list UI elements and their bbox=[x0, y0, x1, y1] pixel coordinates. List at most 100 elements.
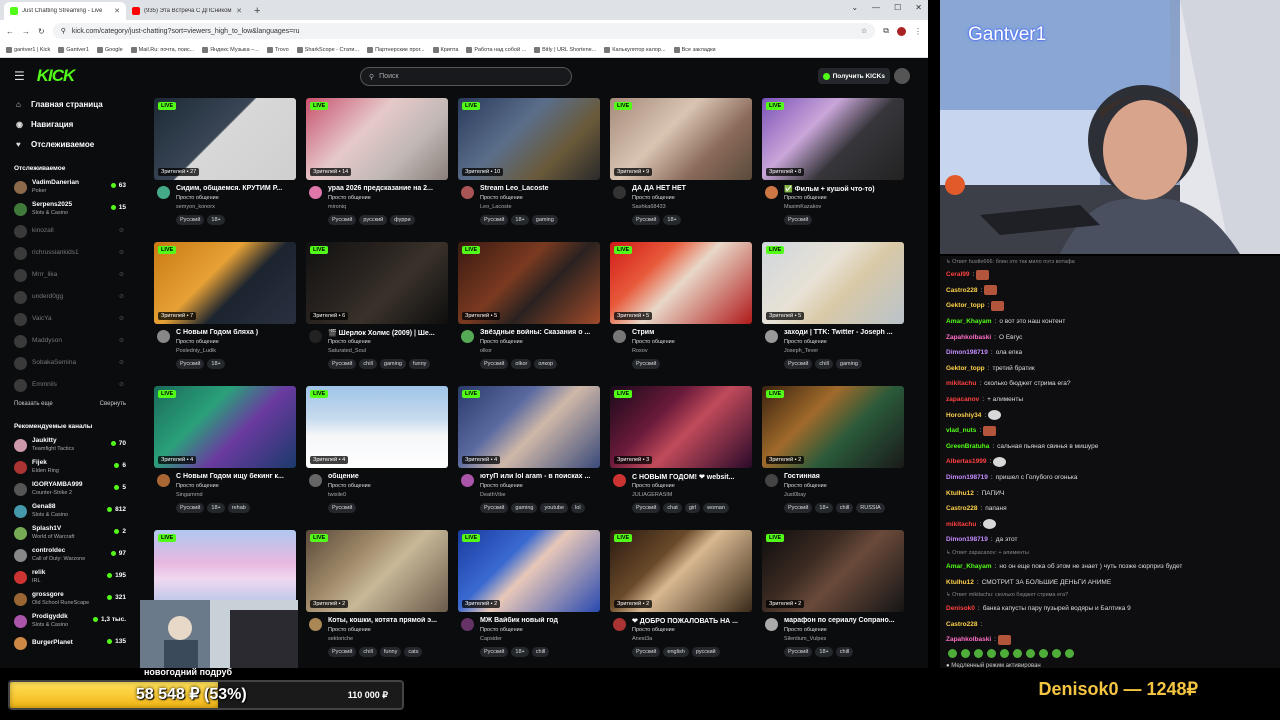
streamer-avatar[interactable] bbox=[765, 330, 778, 343]
stream-title[interactable]: марафон по сериалу Сопрано... bbox=[784, 617, 904, 624]
bookmark-item[interactable]: gantver1 | Kick bbox=[6, 46, 50, 53]
stream-thumbnail[interactable]: LIVE Зрителей • 5 bbox=[762, 242, 904, 324]
stream-category[interactable]: Просто общение bbox=[328, 339, 371, 345]
sidebar-channel[interactable]: Fijek Elden Ring 6 bbox=[0, 456, 140, 478]
kick-logo[interactable]: KICK bbox=[37, 66, 76, 86]
bookmark-item[interactable]: Bitly | URL Shortene... bbox=[534, 46, 596, 53]
streamer-avatar[interactable] bbox=[309, 618, 322, 631]
stream-tag[interactable]: Русский bbox=[632, 215, 661, 225]
streamer-avatar[interactable] bbox=[461, 618, 474, 631]
bookmark-item[interactable]: Крипта bbox=[432, 46, 458, 53]
streamer-avatar[interactable] bbox=[765, 618, 778, 631]
stream-tag[interactable]: Русский bbox=[176, 359, 205, 369]
stream-tag[interactable]: chill bbox=[835, 647, 854, 657]
close-tab-icon[interactable]: ✕ bbox=[236, 7, 242, 15]
streamer-name[interactable]: Sashka68433 bbox=[632, 204, 666, 210]
stream-title[interactable]: Звёздные войны: Сказания о ... bbox=[480, 329, 600, 336]
stream-tag[interactable]: RUSSIA bbox=[856, 503, 885, 513]
streamer-avatar[interactable] bbox=[613, 618, 626, 631]
stream-thumbnail[interactable]: LIVE Зрителей • 2 bbox=[458, 530, 600, 612]
stream-tag[interactable]: Русский bbox=[784, 647, 813, 657]
stream-category[interactable]: Просто общение bbox=[328, 195, 371, 201]
streamer-name[interactable]: olkor bbox=[480, 348, 492, 354]
stream-tag[interactable]: олкор bbox=[534, 359, 558, 369]
stream-tag[interactable]: Русский bbox=[632, 503, 661, 513]
stream-category[interactable]: Просто общение bbox=[480, 483, 523, 489]
streamer-avatar[interactable] bbox=[461, 330, 474, 343]
stream-tag[interactable]: Русский bbox=[328, 503, 357, 513]
stream-tag[interactable]: Русский bbox=[784, 359, 813, 369]
streamer-avatar[interactable] bbox=[613, 474, 626, 487]
stream-tag[interactable]: Русский bbox=[176, 215, 205, 225]
sidebar-channel[interactable]: relik IRL 195 bbox=[0, 566, 140, 588]
stream-thumbnail[interactable]: LIVE Зрителей • 2 bbox=[610, 530, 752, 612]
sidebar-channel[interactable]: SobakaSemina ⊘ bbox=[0, 352, 140, 374]
chat-username[interactable]: Dimon198719 bbox=[946, 536, 988, 543]
stream-card[interactable]: LIVE Зрителей • 4 ютуП или lol aram - в по… bbox=[458, 386, 600, 522]
stream-category[interactable]: Просто общение bbox=[176, 195, 219, 201]
emote-icon[interactable] bbox=[1052, 649, 1061, 659]
stream-tag[interactable]: gaming bbox=[511, 503, 538, 513]
chat-username[interactable]: Dimon198719 bbox=[946, 474, 988, 481]
bookmark-item[interactable]: Партнерские прог... bbox=[367, 46, 425, 53]
close-tab-icon[interactable]: ✕ bbox=[114, 7, 120, 15]
menu-icon[interactable]: ⋮ bbox=[914, 27, 922, 36]
stream-title[interactable]: С Новым Годом ищу бекинг к... bbox=[176, 473, 296, 480]
get-kicks-button[interactable]: Получить KICKs bbox=[817, 68, 890, 84]
stream-thumbnail[interactable]: LIVE Зрителей • 10 bbox=[458, 98, 600, 180]
sidebar-nav-item[interactable]: ♥ Отслеживаемое bbox=[0, 134, 140, 154]
sidebar-channel[interactable]: Emmnils ⊘ bbox=[0, 374, 140, 396]
stream-category[interactable]: Просто общение bbox=[328, 627, 371, 633]
streamer-avatar[interactable] bbox=[765, 474, 778, 487]
streamer-name[interactable]: Silentium_Vulpes bbox=[784, 636, 826, 642]
stream-card[interactable]: LIVE Зрителей • 9 ДА ДА НЕТ НЕТ Просто обще… bbox=[610, 98, 752, 234]
chat-username[interactable]: Horoshiy34 bbox=[946, 412, 981, 419]
stream-category[interactable]: Просто общение bbox=[176, 339, 219, 345]
stream-category[interactable]: Просто общение bbox=[784, 339, 827, 345]
streamer-name[interactable]: Saturated_Soul bbox=[328, 348, 366, 354]
chat-username[interactable]: Castro228 bbox=[946, 621, 977, 628]
user-avatar[interactable] bbox=[894, 68, 910, 84]
streamer-name[interactable]: JULIAGERASIM bbox=[632, 492, 672, 498]
streamer-name[interactable]: Anest3a bbox=[632, 636, 652, 642]
chat-username[interactable]: Ceral99 bbox=[946, 271, 970, 278]
stream-card[interactable]: LIVE Зрителей • 8 ✅ Фильм + кушой что-то) П… bbox=[762, 98, 904, 234]
streamer-avatar[interactable] bbox=[613, 330, 626, 343]
stream-card[interactable]: LIVE Зрителей • 5 Стрим Просто общение Rosov… bbox=[610, 242, 752, 378]
stream-tag[interactable]: Русский bbox=[480, 503, 509, 513]
chat-username[interactable]: Gektor_topp bbox=[946, 302, 985, 309]
chat-username[interactable]: Castro228 bbox=[946, 505, 977, 512]
sidebar-channel[interactable]: Prodigyddk Slots & Casino 1,3 тыс. bbox=[0, 610, 140, 632]
chat-username[interactable]: Amar_Khayam bbox=[946, 563, 992, 570]
stream-tag[interactable]: Русский bbox=[480, 647, 509, 657]
streamer-name[interactable]: semyon_konorx bbox=[176, 204, 215, 210]
stream-tag[interactable]: gaming bbox=[835, 359, 862, 369]
stream-tag[interactable]: rehab bbox=[227, 503, 250, 513]
chat-username[interactable]: mikitachu bbox=[946, 380, 976, 387]
emote-icon[interactable] bbox=[1000, 649, 1009, 659]
bookmark-item[interactable]: Работа над собой ... bbox=[466, 46, 526, 53]
stream-category[interactable]: Просто общение bbox=[632, 627, 675, 633]
streamer-avatar[interactable] bbox=[157, 186, 170, 199]
stream-category[interactable]: Просто общение bbox=[480, 195, 523, 201]
streamer-name[interactable]: Leo_Lacoste bbox=[480, 204, 512, 210]
stream-category[interactable]: Просто общение bbox=[632, 339, 675, 345]
stream-title[interactable]: Стрим bbox=[632, 329, 752, 336]
stream-thumbnail[interactable]: LIVE Зрителей • 4 bbox=[306, 386, 448, 468]
stream-tag[interactable]: chill bbox=[815, 359, 833, 369]
stream-tag[interactable]: english bbox=[663, 647, 689, 657]
bookmark-item[interactable]: SharkScope - Стати... bbox=[296, 46, 359, 53]
bookmark-item[interactable]: Gantver1 bbox=[58, 46, 89, 53]
stream-thumbnail[interactable]: LIVE Зрителей • 14 bbox=[306, 98, 448, 180]
stream-thumbnail[interactable]: LIVE Зрителей • 5 bbox=[610, 242, 752, 324]
stream-card[interactable]: LIVE Зрителей • 10 Stream Leo_Lacoste Прост… bbox=[458, 98, 600, 234]
sidebar-channel[interactable]: Splash1V World of Warcraft 2 bbox=[0, 522, 140, 544]
stream-tag[interactable]: girl bbox=[684, 503, 701, 513]
stream-thumbnail[interactable]: LIVE Зрителей • 7 bbox=[154, 242, 296, 324]
chat-username[interactable]: Zapahkolbaski bbox=[946, 636, 991, 643]
stream-thumbnail[interactable]: LIVE Зрителей • 5 bbox=[458, 242, 600, 324]
stream-tag[interactable]: Русский bbox=[176, 503, 205, 513]
stream-tag[interactable]: Русский bbox=[480, 215, 509, 225]
stream-tag[interactable]: funny bbox=[379, 647, 402, 657]
stream-title[interactable]: ураа 2026 предсказание на 2... bbox=[328, 185, 448, 192]
